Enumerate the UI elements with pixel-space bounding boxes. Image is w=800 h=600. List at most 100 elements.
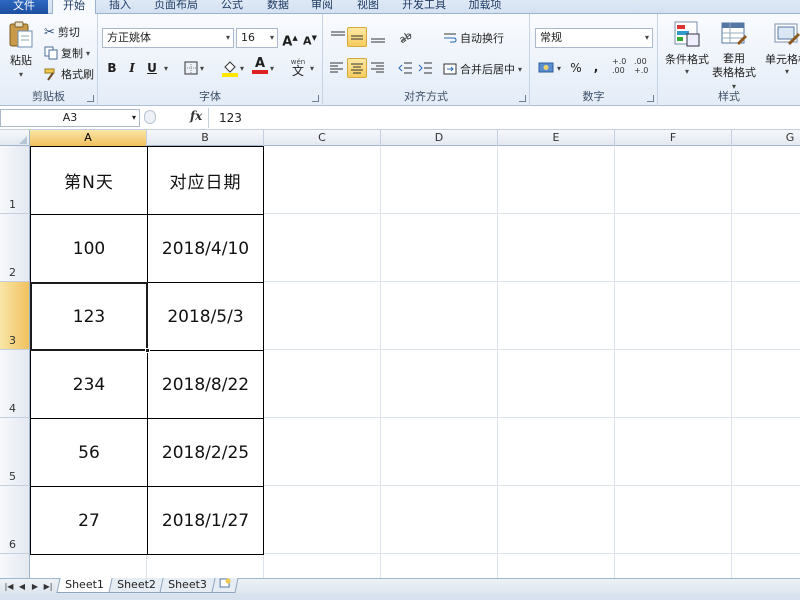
empty-cell[interactable] xyxy=(498,418,615,486)
wrap-text-button[interactable]: 自动换行 xyxy=(443,30,504,46)
decrease-decimal-button[interactable]: .00 +.0 xyxy=(634,57,648,75)
conditional-formatting-button[interactable]: 条件格式 ▾ xyxy=(662,20,712,76)
underline-button[interactable]: U xyxy=(142,58,162,78)
chevron-down-icon[interactable]: ▾ xyxy=(518,65,522,74)
insert-sheet-button[interactable] xyxy=(211,578,239,593)
cell-b2[interactable]: 2018/4/10 xyxy=(147,214,264,283)
empty-cell[interactable] xyxy=(381,350,498,418)
cell-a3[interactable]: 123 xyxy=(30,282,148,351)
select-all-button[interactable] xyxy=(0,130,30,146)
column-header-c[interactable]: C xyxy=(264,130,381,146)
tab-insert[interactable]: 插入 xyxy=(100,0,140,13)
shrink-font-button[interactable]: A▼ xyxy=(300,28,320,48)
empty-cell[interactable] xyxy=(498,214,615,282)
align-left-icon[interactable] xyxy=(329,60,345,76)
phonetic-button[interactable]: wén 文 xyxy=(288,56,308,78)
row-header-5[interactable]: 5 xyxy=(0,418,30,486)
tab-file[interactable]: 文件 xyxy=(0,0,48,14)
paste-button[interactable]: 粘贴 ▾ xyxy=(6,20,36,79)
format-as-table-button[interactable]: 套用 表格格式 ▾ xyxy=(710,20,758,94)
comma-button[interactable]: , xyxy=(586,57,606,77)
clipboard-dialog-launcher-icon[interactable] xyxy=(87,95,94,102)
empty-cell[interactable] xyxy=(381,418,498,486)
tab-view[interactable]: 视图 xyxy=(348,0,388,13)
empty-cell[interactable] xyxy=(498,554,615,578)
alignment-dialog-launcher-icon[interactable] xyxy=(519,95,526,102)
cell-b6[interactable]: 2018/1/27 xyxy=(147,486,264,555)
tab-addins[interactable]: 加载项 xyxy=(460,0,510,13)
percent-button[interactable]: % xyxy=(566,58,586,78)
next-sheet-icon[interactable]: ▶ xyxy=(29,581,41,593)
fill-color-icon[interactable] xyxy=(222,59,238,77)
sheet-tab-3[interactable]: Sheet3 xyxy=(159,578,216,593)
currency-icon[interactable] xyxy=(538,60,554,76)
empty-cell[interactable] xyxy=(498,282,615,350)
cell-a2[interactable]: 100 xyxy=(30,214,148,283)
font-color-button[interactable]: A xyxy=(252,56,268,76)
chevron-down-icon[interactable]: ▾ xyxy=(557,64,561,73)
cell-a6[interactable]: 27 xyxy=(30,486,148,555)
chevron-down-icon[interactable]: ▾ xyxy=(240,64,244,73)
empty-cell[interactable] xyxy=(498,146,615,214)
formula-input[interactable]: 123 xyxy=(208,108,800,128)
cell-b5[interactable]: 2018/2/25 xyxy=(147,418,264,487)
tab-data[interactable]: 数据 xyxy=(258,0,298,13)
cell-b1[interactable]: 对应日期 xyxy=(147,146,264,215)
borders-icon[interactable] xyxy=(184,61,198,75)
copy-button[interactable]: 复制 ▾ xyxy=(44,45,90,61)
empty-cell[interactable] xyxy=(264,350,381,418)
align-center-button[interactable] xyxy=(347,58,367,78)
empty-cell[interactable] xyxy=(381,554,498,578)
empty-cell[interactable] xyxy=(264,146,381,214)
number-dialog-launcher-icon[interactable] xyxy=(647,95,654,102)
empty-cell[interactable] xyxy=(264,486,381,554)
cut-button[interactable]: ✂ 剪切 xyxy=(44,24,80,40)
row-header-2[interactable]: 2 xyxy=(0,214,30,282)
empty-cell[interactable] xyxy=(30,554,147,578)
tab-page-layout[interactable]: 页面布局 xyxy=(146,0,206,13)
empty-cell[interactable] xyxy=(264,418,381,486)
empty-cell[interactable] xyxy=(615,350,732,418)
first-sheet-icon[interactable]: |◀ xyxy=(3,581,15,593)
align-top-icon[interactable] xyxy=(329,28,347,46)
italic-button[interactable]: I xyxy=(122,58,142,78)
font-name-combo[interactable]: 方正姚体 ▾ xyxy=(102,28,234,48)
empty-cell[interactable] xyxy=(732,350,800,418)
bold-button[interactable]: B xyxy=(102,58,122,78)
empty-cell[interactable] xyxy=(615,418,732,486)
increase-indent-icon[interactable] xyxy=(417,60,433,76)
empty-cell[interactable] xyxy=(498,486,615,554)
empty-cell[interactable] xyxy=(264,282,381,350)
empty-cell[interactable] xyxy=(381,486,498,554)
empty-cell[interactable] xyxy=(381,214,498,282)
column-header-a[interactable]: A xyxy=(30,130,147,146)
font-size-combo[interactable]: 16 ▾ xyxy=(236,28,278,48)
empty-cell[interactable] xyxy=(498,350,615,418)
align-middle-button[interactable] xyxy=(347,27,367,47)
empty-cell[interactable] xyxy=(264,214,381,282)
empty-cell[interactable] xyxy=(147,554,264,578)
align-bottom-icon[interactable] xyxy=(369,28,387,46)
empty-cell[interactable] xyxy=(732,418,800,486)
empty-cell[interactable] xyxy=(381,146,498,214)
sheet-tab-2[interactable]: Sheet2 xyxy=(108,578,165,593)
chevron-down-icon[interactable]: ▾ xyxy=(200,64,204,73)
column-header-b[interactable]: B xyxy=(147,130,264,146)
row-header-1[interactable]: 1 xyxy=(0,146,30,214)
decrease-indent-icon[interactable] xyxy=(397,60,413,76)
font-dialog-launcher-icon[interactable] xyxy=(312,95,319,102)
tab-home[interactable]: 开始 xyxy=(52,0,96,14)
last-sheet-icon[interactable]: ▶| xyxy=(42,581,54,593)
formula-bar-splitter[interactable] xyxy=(144,110,156,124)
worksheet-grid[interactable]: A B C D E F G 1 2 3 4 5 6 第N天 对应日期 100 2… xyxy=(0,130,800,578)
empty-cell[interactable] xyxy=(615,282,732,350)
tab-formulas[interactable]: 公式 xyxy=(212,0,252,13)
empty-cell[interactable] xyxy=(732,214,800,282)
tab-developer[interactable]: 开发工具 xyxy=(394,0,454,13)
row-header-3[interactable]: 3 xyxy=(0,282,30,350)
orientation-icon[interactable]: ab xyxy=(397,28,417,46)
sheet-tab-1[interactable]: Sheet1 xyxy=(56,578,113,593)
merge-center-button[interactable]: 合并后居中 ▾ xyxy=(443,61,522,77)
cell-a5[interactable]: 56 xyxy=(30,418,148,487)
grow-font-button[interactable]: A▲ xyxy=(280,28,300,49)
